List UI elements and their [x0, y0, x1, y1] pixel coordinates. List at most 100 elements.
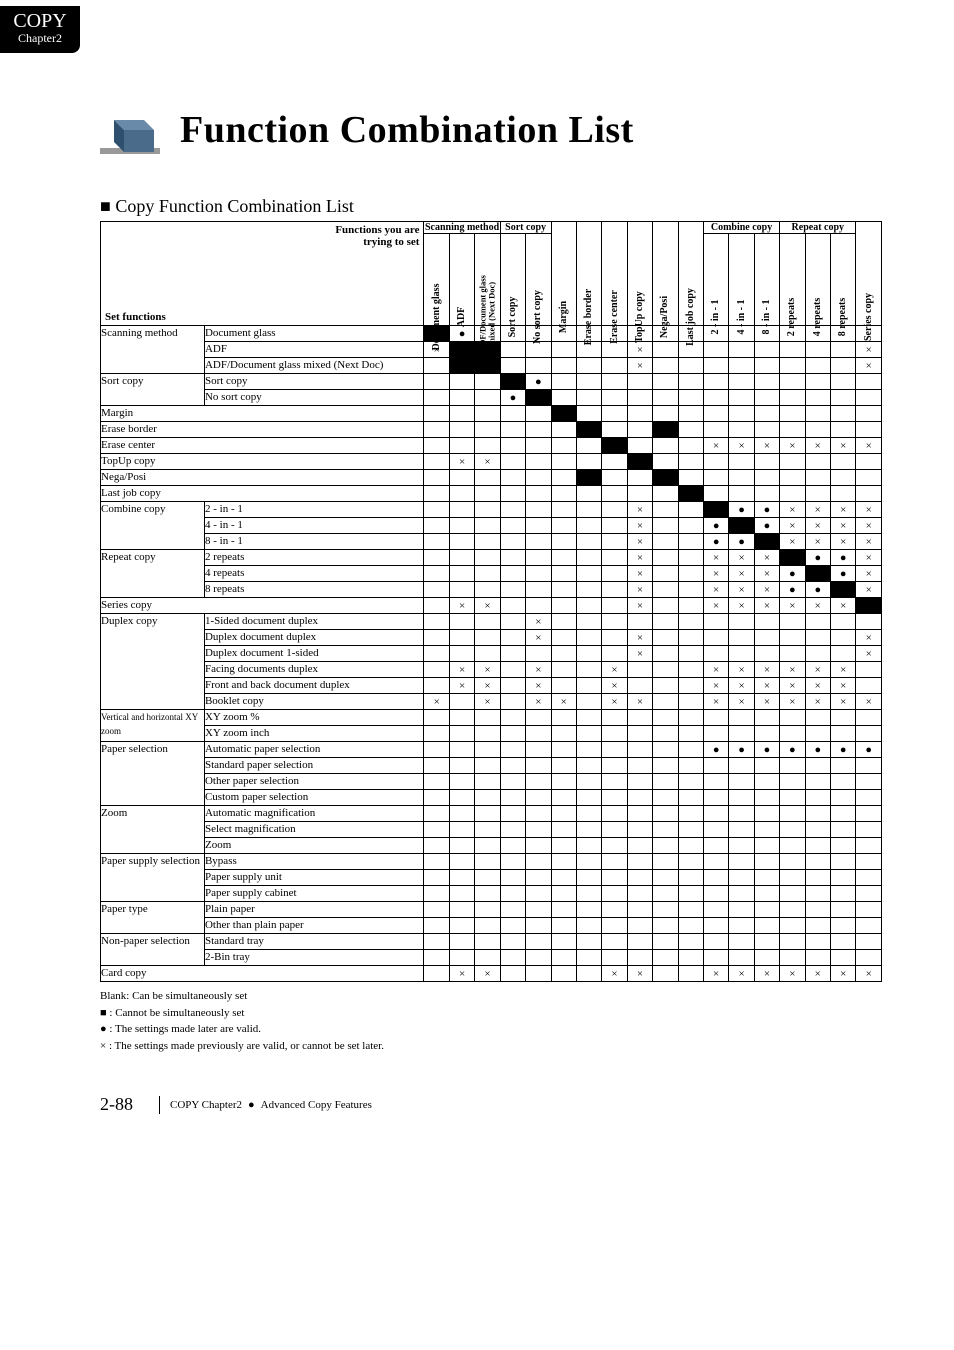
table-cell [754, 742, 779, 758]
table-cell [653, 534, 678, 550]
table-cell [703, 822, 728, 838]
table-cell [576, 662, 601, 678]
table-cell [653, 518, 678, 534]
table-cell [780, 774, 805, 790]
table-cell [551, 806, 576, 822]
table-cell [805, 822, 830, 838]
table-cell [780, 854, 805, 870]
table-cell [754, 886, 779, 902]
table-cell [551, 742, 576, 758]
table-cell [856, 454, 882, 470]
table-cell [780, 886, 805, 902]
table-cell [780, 806, 805, 822]
table-cell [475, 646, 500, 662]
table-cell [703, 438, 728, 454]
col-2rep: 2 repeats [780, 234, 805, 326]
table-cell [627, 966, 652, 982]
table-cell [449, 678, 474, 694]
table-cell [500, 470, 525, 486]
table-cell [754, 454, 779, 470]
table-cell [780, 342, 805, 358]
table-row: Duplex copy1-Sided document duplex [101, 614, 882, 630]
table-cell [424, 678, 449, 694]
table-cell [703, 582, 728, 598]
table-cell [424, 454, 449, 470]
table-cell [602, 694, 627, 710]
table-cell [475, 422, 500, 438]
table-cell [551, 342, 576, 358]
table-cell [424, 358, 449, 374]
table-row: Custom paper selection [101, 790, 882, 806]
table-cell [830, 374, 855, 390]
table-cell [729, 470, 754, 486]
table-cell [627, 710, 652, 726]
table-cell [653, 406, 678, 422]
table-cell [830, 470, 855, 486]
table-cell [602, 358, 627, 374]
table-cell [729, 806, 754, 822]
row-group-label: Zoom [101, 806, 205, 854]
table-cell [500, 582, 525, 598]
table-cell [653, 598, 678, 614]
table-cell [500, 790, 525, 806]
table-cell [780, 470, 805, 486]
table-cell [500, 822, 525, 838]
table-cell [627, 486, 652, 502]
table-row: Erase border [101, 422, 882, 438]
col-adf-mixed: ADF/Document glass mixed (Next Doc) [475, 234, 500, 326]
table-cell [526, 358, 551, 374]
table-cell [754, 630, 779, 646]
table-row: Paper selectionAutomatic paper selection [101, 742, 882, 758]
row-group-label: Scanning method [101, 326, 205, 374]
table-cell [830, 614, 855, 630]
table-cell [526, 534, 551, 550]
table-cell [653, 902, 678, 918]
table-cell [551, 566, 576, 582]
table-row: ADF/Document glass mixed (Next Doc) [101, 358, 882, 374]
table-cell [729, 950, 754, 966]
table-cell [703, 950, 728, 966]
row-group-label: Paper selection [101, 742, 205, 806]
row-label: 2 repeats [204, 550, 424, 566]
table-cell [602, 630, 627, 646]
table-cell [703, 966, 728, 982]
table-row: Facing documents duplex [101, 662, 882, 678]
table-cell [830, 502, 855, 518]
table-cell [729, 774, 754, 790]
table-row: Margin [101, 406, 882, 422]
table-cell [805, 934, 830, 950]
table-cell [627, 854, 652, 870]
table-cell [805, 486, 830, 502]
table-cell [856, 358, 882, 374]
row-label: Sort copy [204, 374, 424, 390]
table-cell [449, 742, 474, 758]
table-cell [856, 902, 882, 918]
table-cell [475, 726, 500, 742]
table-cell [627, 742, 652, 758]
table-cell [424, 822, 449, 838]
table-cell [780, 406, 805, 422]
table-cell [856, 422, 882, 438]
table-cell [703, 758, 728, 774]
table-cell [449, 774, 474, 790]
col-topup: TopUp copy [627, 222, 652, 326]
table-cell [449, 406, 474, 422]
table-row: Other than plain paper [101, 918, 882, 934]
table-cell [653, 678, 678, 694]
table-cell [500, 550, 525, 566]
table-cell [602, 870, 627, 886]
table-cell [602, 838, 627, 854]
table-cell [780, 662, 805, 678]
table-row: 2-Bin tray [101, 950, 882, 966]
table-cell [449, 726, 474, 742]
table-cell [449, 614, 474, 630]
table-cell [627, 902, 652, 918]
table-cell [500, 886, 525, 902]
table-cell [449, 902, 474, 918]
table-cell [551, 966, 576, 982]
table-cell [602, 902, 627, 918]
table-cell [780, 742, 805, 758]
table-cell [576, 598, 601, 614]
table-cell [602, 342, 627, 358]
table-cell [703, 534, 728, 550]
